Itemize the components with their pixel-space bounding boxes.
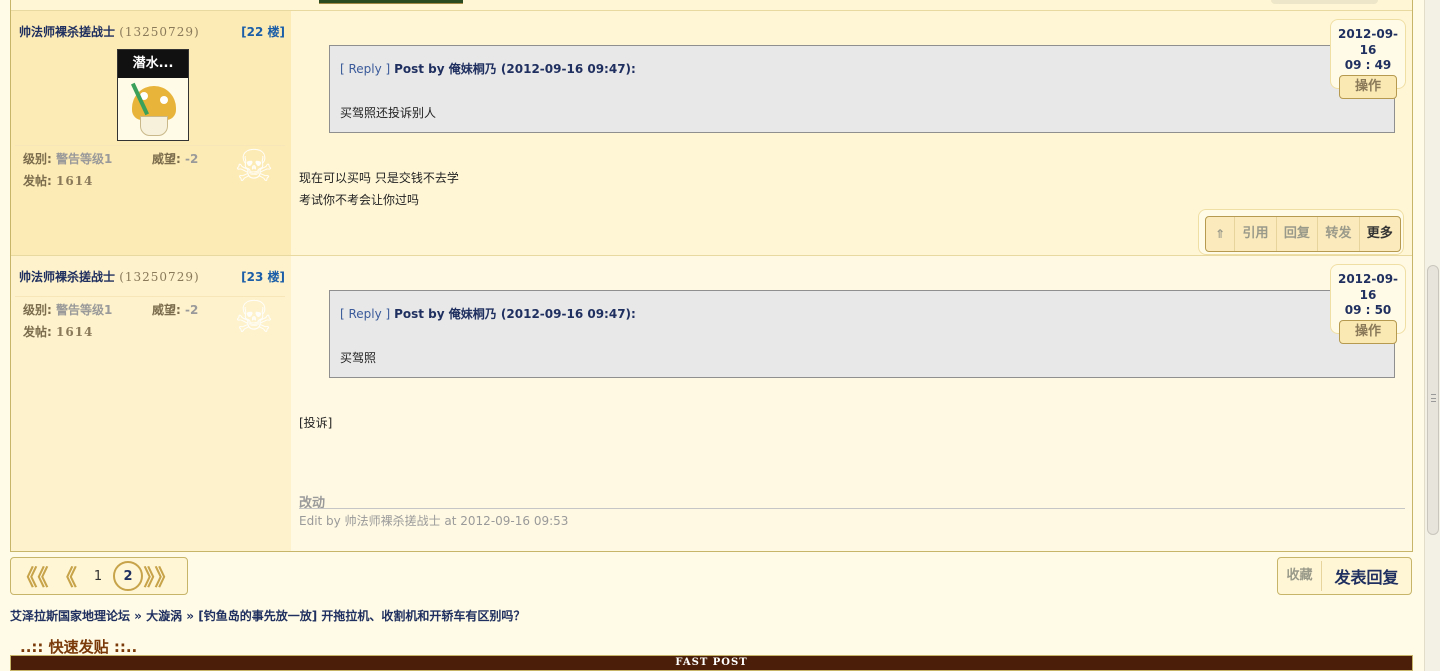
edit-info: Edit by 帅法师裸杀搓战士 at 2012-09-16 09:53 <box>299 514 569 528</box>
quote-header: [ Reply ] Post by 俺妹桐乃 (2012-09-16 09:47… <box>340 305 636 322</box>
post-22: 帅法师裸杀搓战士 (13250729) [22 楼] 潜水... 级别: 警告等… <box>11 10 1412 255</box>
level-stat: 级别: 警告等级1 <box>23 150 112 167</box>
breadcrumb[interactable]: 艾泽拉斯国家地理论坛 » 大漩涡 » [钓鱼岛的事先放一放] 开拖拉机、收割机和… <box>10 607 525 624</box>
skull-icon: ☠ <box>234 292 274 343</box>
next-page-icon[interactable]: 》》 <box>143 561 177 591</box>
user-info-panel: 帅法师裸杀搓战士 (13250729) [22 楼] 潜水... 级别: 警告等… <box>11 11 291 255</box>
floor-link[interactable]: [22 楼] <box>241 23 285 40</box>
more-button[interactable]: 更多 <box>1360 217 1400 251</box>
post-time: 09 : 49 <box>1344 58 1392 72</box>
operate-button[interactable]: 操作 <box>1339 75 1397 99</box>
prestige-label: 威望: <box>152 152 181 166</box>
post-time: 09 : 50 <box>1344 303 1392 317</box>
report-link[interactable]: [投诉] <box>299 414 332 431</box>
quote-text: 买驾照 <box>340 351 377 365</box>
level-stat: 级别: 警告等级1 <box>23 301 112 318</box>
mushroom-spot <box>160 96 168 104</box>
scrollbar-thumb[interactable] <box>1427 265 1439 535</box>
operate-button[interactable]: 操作 <box>1339 320 1397 344</box>
vertical-scrollbar[interactable] <box>1424 0 1440 671</box>
quote-button[interactable]: 引用 <box>1235 217 1277 251</box>
prestige-label: 威望: <box>152 303 181 317</box>
user-uid: (13250729) <box>119 25 200 39</box>
prestige-value: -2 <box>185 152 199 166</box>
quote-block: [ Reply ] Post by 俺妹桐乃 (2012-09-16 09:47… <box>329 290 1395 378</box>
quote-block: [ Reply ] Post by 俺妹桐乃 (2012-09-16 09:47… <box>329 45 1395 133</box>
prestige-stat: 威望: -2 <box>152 150 198 167</box>
post-date: 2012-09-16 <box>1337 27 1399 57</box>
post-time-box: 2012-09-16 09 : 50 操作 <box>1330 264 1406 344</box>
post-action-bar: ⇑ 引用 回复 转发 更多 <box>1198 209 1404 255</box>
prev-page-icon[interactable]: 《 <box>49 561 83 591</box>
post-count-label: 发帖: <box>23 174 52 188</box>
user-name-text[interactable]: 帅法师裸杀搓战士 <box>19 25 115 39</box>
level-label: 级别: <box>23 152 52 166</box>
quote-text: 买驾照还投诉别人 <box>340 106 437 120</box>
post-actions: ⇑ 引用 回复 转发 更多 <box>1205 216 1401 252</box>
quote-author: Post by 俺妹桐乃 (2012-09-16 09:47): <box>394 62 636 76</box>
avatar-caption: 潜水... <box>118 50 188 78</box>
quote-reply-link[interactable]: [ Reply ] <box>340 62 390 76</box>
user-name[interactable]: 帅法师裸杀搓战士 (13250729) <box>19 23 200 40</box>
posts-table: 帅法师裸杀搓战士 (13250729) [22 楼] 潜水... 级别: 警告等… <box>10 0 1413 552</box>
post-time-box: 2012-09-16 09 : 49 操作 <box>1330 19 1406 99</box>
post-body-line: 考试你不考会让你过吗 <box>299 193 420 207</box>
favorite-button[interactable]: 收藏 <box>1278 561 1322 591</box>
prestige-stat: 威望: -2 <box>152 301 198 318</box>
post-reply-button[interactable]: 发表回复 <box>1322 564 1411 588</box>
up-arrow-icon[interactable]: ⇑ <box>1206 217 1236 251</box>
post-count-stat: 发帖: 1614 <box>23 172 93 189</box>
post-count-label: 发帖: <box>23 325 52 339</box>
first-page-icon[interactable]: 《《 <box>15 561 49 591</box>
post-content: [ Reply ] Post by 俺妹桐乃 (2012-09-16 09:47… <box>291 11 1412 255</box>
post-count-stat: 发帖: 1614 <box>23 323 93 340</box>
post-content: [ Reply ] Post by 俺妹桐乃 (2012-09-16 09:47… <box>291 256 1412 551</box>
mushroom-face-icon <box>140 116 168 136</box>
user-stats: 级别: 警告等级1 威望: -2 发帖: 1614 ☠ <box>15 292 285 343</box>
level-value: 警告等级1 <box>56 303 113 317</box>
quick-post-title: ..:: 快速发贴 ::.. <box>20 638 138 656</box>
post-date: 2012-09-16 <box>1337 272 1399 302</box>
level-value: 警告等级1 <box>56 152 113 166</box>
prestige-value: -2 <box>185 303 199 317</box>
level-label: 级别: <box>23 303 52 317</box>
previous-post-action-bar <box>1271 0 1378 4</box>
reply-button[interactable]: 回复 <box>1277 217 1319 251</box>
post-body-line: 现在可以买吗 只是交钱不去学 <box>299 171 459 185</box>
current-page-indicator: 2 <box>113 561 143 591</box>
fast-post-header: FAST POST <box>10 655 1413 671</box>
user-info-panel: 帅法师裸杀搓战士 (13250729) [23 楼] 级别: 警告等级1 威望:… <box>11 256 291 551</box>
user-uid: (13250729) <box>119 270 200 284</box>
quote-header: [ Reply ] Post by 俺妹桐乃 (2012-09-16 09:47… <box>340 60 636 77</box>
scrollbar-grip-icon <box>1431 394 1436 402</box>
quote-author: Post by 俺妹桐乃 (2012-09-16 09:47): <box>394 307 636 321</box>
page-1-link[interactable]: 1 <box>83 561 113 591</box>
avatar[interactable]: 潜水... <box>117 49 189 141</box>
pagination: 《《 《 1 2 》》 <box>10 557 188 595</box>
reply-toolbar: 收藏 发表回复 <box>1277 557 1412 595</box>
post-count-value: 1614 <box>56 174 94 188</box>
user-name[interactable]: 帅法师裸杀搓战士 (13250729) <box>19 268 200 285</box>
post-count-value: 1614 <box>56 325 94 339</box>
quote-reply-link[interactable]: [ Reply ] <box>340 307 390 321</box>
user-stats: 级别: 警告等级1 威望: -2 发帖: 1614 ☠ <box>15 141 285 192</box>
edit-divider <box>299 508 1405 509</box>
post-23: 帅法师裸杀搓战士 (13250729) [23 楼] 级别: 警告等级1 威望:… <box>11 255 1412 551</box>
user-name-text[interactable]: 帅法师裸杀搓战士 <box>19 270 115 284</box>
forward-button[interactable]: 转发 <box>1318 217 1360 251</box>
floor-link[interactable]: [23 楼] <box>241 268 285 285</box>
skull-icon: ☠ <box>234 141 274 192</box>
previous-post-image <box>319 0 463 4</box>
